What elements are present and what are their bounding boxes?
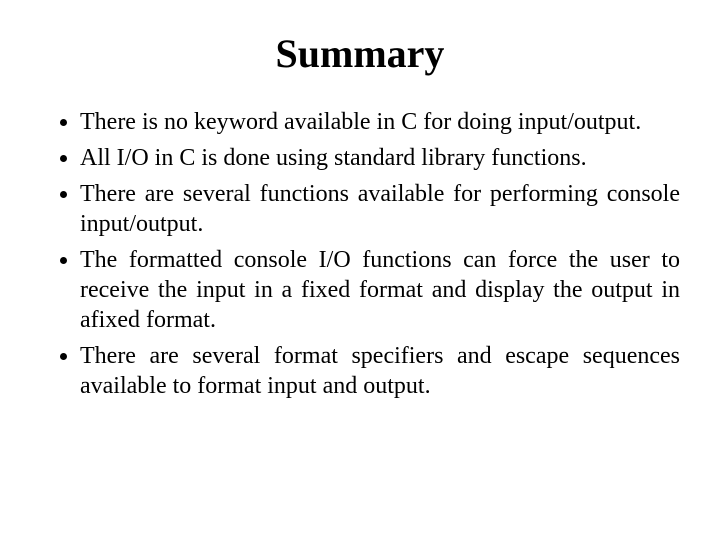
list-item: There are several functions available fo… <box>80 179 680 239</box>
slide: Summary There is no keyword available in… <box>0 0 720 540</box>
list-item: There is no keyword available in C for d… <box>80 107 680 137</box>
list-item: There are several format specifiers and … <box>80 341 680 401</box>
slide-title: Summary <box>40 30 680 77</box>
list-item: The formatted console I/O functions can … <box>80 245 680 335</box>
list-item: All I/O in C is done using standard libr… <box>80 143 680 173</box>
bullet-list: There is no keyword available in C for d… <box>40 107 680 401</box>
